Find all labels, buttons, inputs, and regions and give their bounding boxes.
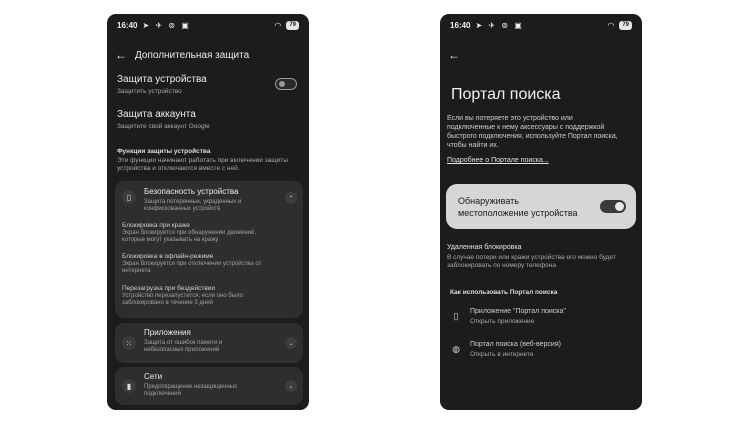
location-toggle-switch[interactable] <box>600 200 626 213</box>
phone-screen-advanced-protection: 16:40 ➤ ✈ ⊚ ▣ ◠ 79 ← Дополнительная защи… <box>107 14 309 410</box>
chevron-down-icon[interactable]: ⌄ <box>285 337 297 349</box>
find-hub-web-item[interactable]: ◍ Портал поиска (веб-версия) Открыть в и… <box>440 337 642 365</box>
account-protection-subtitle: Защитите свой аккаунт Google <box>117 123 210 130</box>
chevron-down-icon[interactable]: ⌄ <box>285 380 297 392</box>
networks-card[interactable]: ▮ Сети Предотвращение незащищенных подкл… <box>115 367 303 405</box>
features-section-desc-2: устройства и отключаются вместе с ней. <box>117 165 240 172</box>
device-protection-subtitle: Защитить устройство <box>117 88 182 95</box>
back-arrow-icon[interactable]: ← <box>107 48 135 62</box>
apps-grid-icon: ⁙ <box>122 336 136 350</box>
offline-lock-desc-2: интернета <box>122 268 151 274</box>
find-hub-app-subtitle: Открыть приложение <box>470 318 535 325</box>
battery-icon: 79 <box>619 20 632 30</box>
page-title: Портал поиска <box>451 86 561 103</box>
device-security-subtitle-2: конфискованных устройств <box>144 206 221 212</box>
chevron-up-icon[interactable]: ⌃ <box>285 192 297 204</box>
apps-card-title: Приложения <box>144 328 191 337</box>
status-bar: 16:40 ➤ ✈ ⊚ ▣ ◠ 79 <box>440 14 642 36</box>
notification-icons: ➤ ✈ ⊚ ▣ <box>475 20 524 30</box>
toggle-knob <box>615 202 624 211</box>
find-hub-web-subtitle: Открыть в интернете <box>470 351 534 358</box>
learn-more-link[interactable]: Подробнее о Портале поиска... <box>447 157 549 164</box>
back-arrow-icon[interactable]: ← <box>440 48 468 62</box>
device-protection-toggle[interactable] <box>275 78 297 90</box>
features-section-title: Функции защиты устройства <box>117 148 211 155</box>
offline-lock-title: Блокировка в офлайн-режиме <box>122 253 214 260</box>
phone-icon: ▯ <box>453 311 459 321</box>
apps-card-subtitle-2: небезопасных приложений <box>144 347 220 353</box>
status-time: 16:40 <box>117 20 138 30</box>
notification-icons: ➤ ✈ ⊚ ▣ <box>142 20 191 30</box>
toggle-knob <box>279 81 285 87</box>
status-time: 16:40 <box>450 20 471 30</box>
theft-lock-desc-2: которые могут указывать на кражу <box>122 237 219 243</box>
networks-card-title: Сети <box>144 372 163 381</box>
location-label-line-1: Обнаруживать <box>458 196 519 206</box>
location-toggle-label: Обнаруживать местоположение устройства <box>458 195 578 219</box>
signal-bars-icon: ▮ <box>122 379 136 393</box>
inactivity-reboot-title: Перезагрузка при бездействии <box>122 285 216 292</box>
features-section-desc-1: Эти функции начинают работать при включе… <box>117 157 288 164</box>
location-toggle-card[interactable]: Обнаруживать местоположение устройства <box>446 184 636 229</box>
remote-lock-desc-2: заблокировать по номеру телефона <box>447 262 556 269</box>
inactivity-reboot-desc-2: заблокировано в течение 3 дней <box>122 300 213 306</box>
find-hub-web-title: Портал поиска (веб-версия) <box>470 341 561 348</box>
smartphone-icon: ▯ <box>122 190 136 204</box>
theft-lock-title: Блокировка при краже <box>122 222 190 229</box>
device-security-title: Безопасность устройства <box>144 187 239 196</box>
find-hub-app-item[interactable]: ▯ Приложение "Портал поиска" Открыть при… <box>440 304 642 332</box>
phone-screen-find-hub: 16:40 ➤ ✈ ⊚ ▣ ◠ 79 ← Портал поиска Если … <box>440 14 642 410</box>
networks-card-subtitle-2: подключений <box>144 391 181 397</box>
wifi-icon: ◠ <box>607 20 615 30</box>
page-title: Дополнительная защита <box>135 49 250 61</box>
remote-lock-title[interactable]: Удаленная блокировка <box>447 243 522 252</box>
status-bar: 16:40 ➤ ✈ ⊚ ▣ ◠ 79 <box>107 14 309 36</box>
remote-lock-desc-1: В случае потери или кражи устройства его… <box>447 254 616 261</box>
description-line-2: подключенные к нему аксессуары с поддерж… <box>447 124 605 131</box>
device-security-card[interactable]: ▯ Безопасность устройства Защита потерян… <box>115 181 303 318</box>
device-protection-title[interactable]: Защита устройства <box>117 74 207 85</box>
how-to-use-title: Как использовать Портал поиска <box>450 289 558 296</box>
battery-icon: 79 <box>286 20 299 30</box>
description-line-3: быстрого подключения, используйте Портал… <box>447 133 618 140</box>
account-protection-title[interactable]: Защита аккаунта <box>117 109 196 120</box>
globe-icon: ◍ <box>452 344 460 354</box>
wifi-icon: ◠ <box>274 20 282 30</box>
description-line-4: чтобы найти их. <box>447 142 499 149</box>
location-label-line-2: местоположение устройства <box>458 208 578 218</box>
description-line-1: Если вы потеряете это устройство или <box>447 115 573 122</box>
find-hub-app-title: Приложение "Портал поиска" <box>470 308 566 315</box>
apps-card[interactable]: ⁙ Приложения Защита от ошибок памяти и н… <box>115 323 303 363</box>
